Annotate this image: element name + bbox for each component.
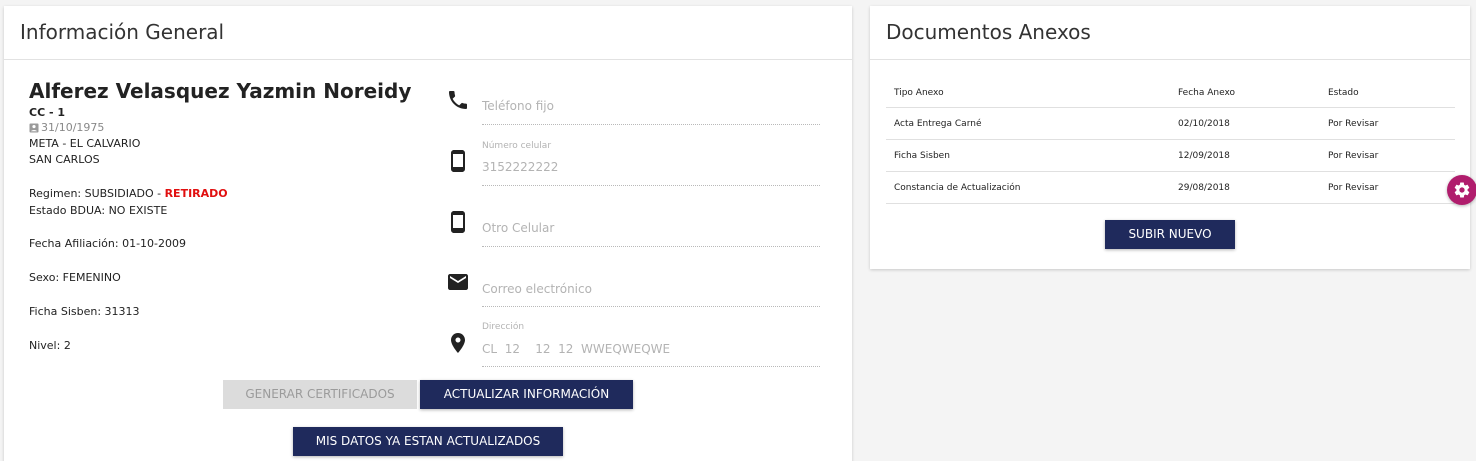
- afiliacion-label: Fecha Afiliación:: [29, 237, 119, 250]
- gear-icon: [1454, 182, 1470, 198]
- telefono-underline: [482, 124, 820, 125]
- regimen-separator: -: [153, 187, 165, 200]
- cell-estado: Por Revisar: [1328, 150, 1379, 161]
- direccion-value: CL 12 12 12 WWEQWEQWE: [482, 342, 671, 356]
- cell-estado: Por Revisar: [1328, 182, 1379, 193]
- celular-underline: [482, 185, 820, 186]
- celular-field[interactable]: Número celular 3152222222: [446, 136, 820, 186]
- celular-label: Número celular: [482, 141, 552, 151]
- anexos-table: Tipo Anexo Fecha Anexo Estado Acta Entre…: [886, 78, 1455, 204]
- birth-date-row: 31/10/1975: [29, 121, 104, 134]
- sexo-value: FEMENINO: [62, 271, 121, 284]
- correo-underline: [482, 306, 820, 307]
- id-card-icon: [29, 123, 39, 132]
- document-id: CC - 1: [29, 106, 66, 119]
- department: META - EL CALVARIO: [29, 137, 141, 150]
- column-header-tipo: Tipo Anexo: [894, 87, 944, 98]
- bdua-label: Estado BDUA:: [29, 204, 106, 217]
- sisben-label: Ficha Sisben:: [29, 305, 102, 318]
- documentos-anexos-card: Documentos Anexos Tipo Anexo Fecha Anexo…: [870, 6, 1470, 269]
- cell-tipo: Ficha Sisben: [894, 150, 950, 161]
- afiliacion-row: Fecha Afiliación: 01-10-2009: [29, 237, 186, 250]
- direccion-label: Dirección: [482, 322, 525, 332]
- email-icon: [448, 274, 468, 290]
- birth-date: 31/10/1975: [41, 121, 105, 134]
- divider: [4, 59, 852, 60]
- divider: [870, 59, 1470, 60]
- generar-certificados-button[interactable]: GENERAR CERTIFICADOS: [223, 380, 417, 409]
- nivel-row: Nivel: 2: [29, 339, 71, 352]
- direccion-field[interactable]: Dirección CL 12 12 12 WWEQWEQWE: [446, 317, 820, 367]
- cell-fecha: 29/08/2018: [1178, 182, 1230, 193]
- general-info-title: Información General: [20, 20, 225, 44]
- afiliacion-value: 01-10-2009: [122, 237, 187, 250]
- column-header-fecha: Fecha Anexo: [1178, 87, 1236, 98]
- mobile-icon: [451, 211, 465, 233]
- celular-value: 3152222222: [482, 160, 559, 174]
- telefono-placeholder: Teléfono fijo: [482, 99, 554, 113]
- actualizar-informacion-button[interactable]: ACTUALIZAR INFORMACIÓN: [420, 380, 633, 409]
- person-name: Alferez Velasquez Yazmin Noreidy: [29, 79, 412, 103]
- cell-fecha: 02/10/2018: [1178, 118, 1230, 129]
- direccion-underline: [482, 366, 820, 367]
- cell-tipo: Acta Entrega Carné: [894, 118, 982, 129]
- correo-field[interactable]: Correo electrónico: [446, 257, 820, 307]
- table-row[interactable]: Acta Entrega Carné 02/10/2018 Por Revisa…: [886, 108, 1455, 140]
- otro-celular-placeholder: Otro Celular: [482, 221, 555, 235]
- bdua-row: Estado BDUA: NO EXISTE: [29, 204, 167, 217]
- column-header-estado: Estado: [1328, 87, 1359, 98]
- documentos-anexos-title: Documentos Anexos: [886, 20, 1091, 44]
- table-row[interactable]: Ficha Sisben 12/09/2018 Por Revisar: [886, 140, 1455, 172]
- correo-placeholder: Correo electrónico: [482, 282, 592, 296]
- table-header-row: Tipo Anexo Fecha Anexo Estado: [886, 78, 1455, 108]
- mis-datos-actualizados-button[interactable]: MIS DATOS YA ESTAN ACTUALIZADOS: [293, 427, 563, 456]
- bdua-value: NO EXISTE: [108, 204, 168, 217]
- regimen-status: RETIRADO: [164, 187, 228, 200]
- regimen-label: Regimen:: [29, 187, 82, 200]
- cell-estado: Por Revisar: [1328, 118, 1379, 129]
- sisben-row: Ficha Sisben: 31313: [29, 305, 140, 318]
- location-icon: [451, 333, 465, 353]
- sisben-value: 31313: [104, 305, 140, 318]
- nivel-label: Nivel:: [29, 339, 61, 352]
- otro-celular-underline: [482, 246, 820, 247]
- municipality: SAN CARLOS: [29, 153, 100, 166]
- regimen-value: SUBSIDIADO: [84, 187, 154, 200]
- cell-tipo: Constancia de Actualización: [894, 182, 1021, 193]
- nivel-value: 2: [63, 339, 71, 352]
- cell-fecha: 12/09/2018: [1178, 150, 1230, 161]
- otro-celular-field[interactable]: Otro Celular: [446, 197, 820, 247]
- phone-icon: [449, 91, 467, 109]
- mobile-icon: [451, 150, 465, 172]
- settings-fab-button[interactable]: [1447, 175, 1476, 205]
- subir-nuevo-button[interactable]: SUBIR NUEVO: [1105, 220, 1235, 249]
- sexo-label: Sexo:: [29, 271, 60, 284]
- general-info-card: Información General Alferez Velasquez Ya…: [4, 6, 852, 461]
- sexo-row: Sexo: FEMENINO: [29, 271, 121, 284]
- telefono-field[interactable]: Teléfono fijo: [446, 75, 820, 125]
- table-row[interactable]: Constancia de Actualización 29/08/2018 P…: [886, 172, 1455, 204]
- regimen-row: Regimen: SUBSIDIADO - RETIRADO: [29, 187, 228, 200]
